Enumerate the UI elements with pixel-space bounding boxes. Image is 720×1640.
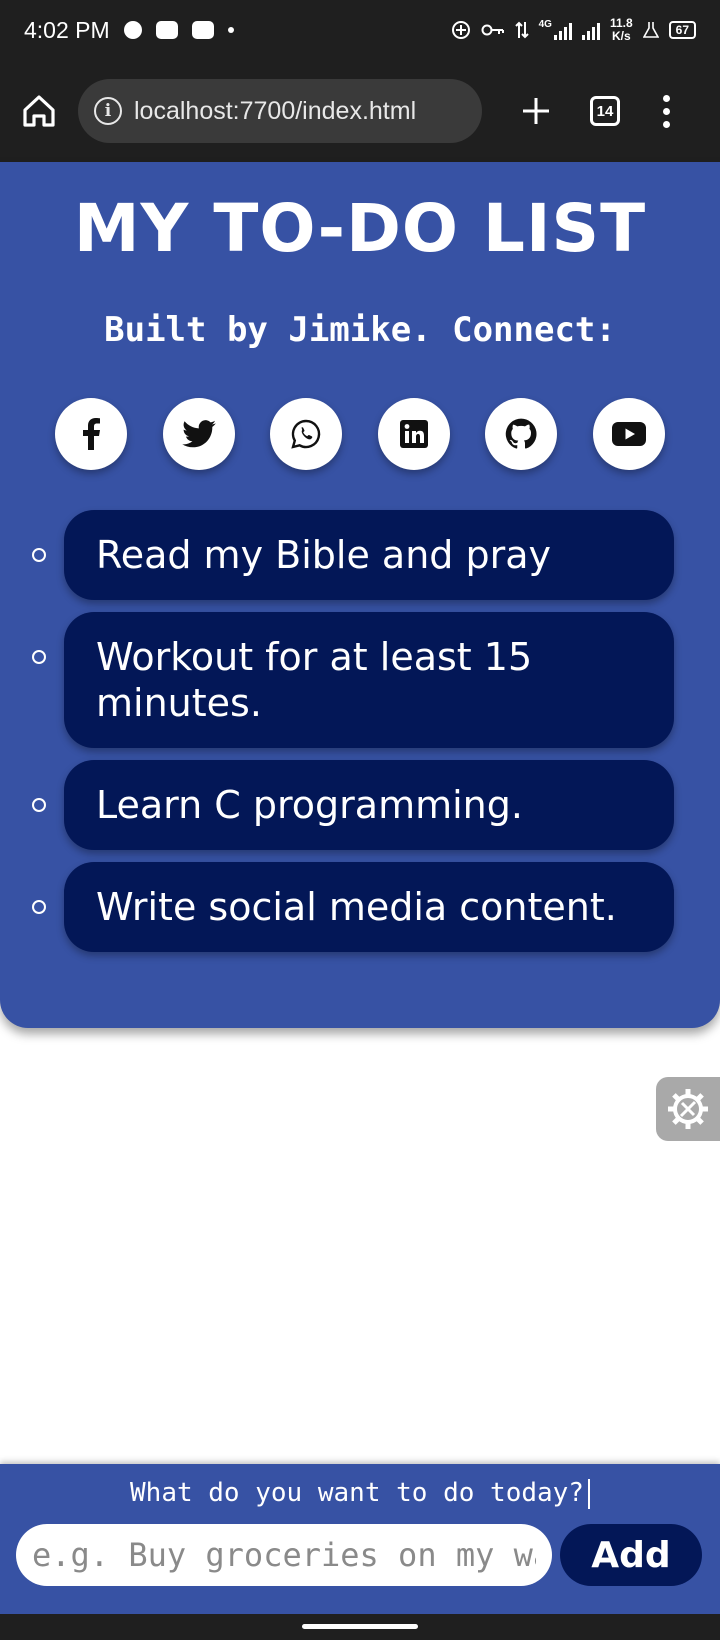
social-links [55, 398, 665, 470]
signal-icon-2 [581, 20, 600, 40]
bullet-icon [32, 548, 46, 562]
github-icon [506, 418, 537, 449]
lab-flask-icon [642, 22, 659, 38]
facebook-link[interactable] [55, 398, 127, 470]
bullet-icon [32, 798, 46, 812]
facebook-icon [83, 418, 100, 450]
chat-notification-icon [123, 21, 142, 39]
home-indicator[interactable] [302, 1624, 418, 1629]
network-type: 4G [538, 18, 552, 30]
page-title: MY TO-DO LIST [73, 190, 647, 267]
gear-wrench-icon [668, 1089, 708, 1129]
network-speed: 11.8 K/s [610, 17, 633, 43]
status-bar: 4:02 PM 4G 11.8 K/s 67 [0, 0, 720, 60]
add-button[interactable]: Add [560, 1524, 702, 1586]
data-saver-icon [451, 21, 470, 39]
todo-item[interactable]: Workout for at least 15 minutes. [64, 612, 674, 748]
linkedin-link[interactable] [377, 398, 450, 470]
url-text: localhost:7700/index.html [134, 96, 417, 125]
text-caret [587, 1478, 590, 1509]
new-tab-button[interactable] [512, 87, 560, 135]
more-vert-icon[interactable] [660, 91, 672, 131]
twitter-link[interactable] [162, 398, 235, 470]
browser-toolbar: i localhost:7700/index.html 14 [0, 60, 720, 162]
add-task-panel: What do you want to do today? Add [0, 1464, 720, 1614]
game-notification-icon [155, 21, 178, 39]
status-time: 4:02 PM [24, 16, 110, 43]
github-link[interactable] [485, 398, 558, 470]
list-item: Write social media content. [0, 862, 720, 952]
list-item: Workout for at least 15 minutes. [0, 612, 720, 748]
info-icon[interactable]: i [94, 97, 122, 125]
tab-count: 14 [596, 102, 614, 120]
todo-item[interactable]: Write social media content. [64, 862, 674, 952]
youtube-link[interactable] [592, 398, 665, 470]
data-transfer-icon [514, 21, 529, 39]
page-subtitle: Built by Jimike. Connect: [104, 310, 616, 350]
gesture-nav-bar [0, 1614, 720, 1640]
vpn-key-icon [481, 24, 504, 36]
linkedin-icon [399, 420, 428, 448]
list-item: Read my Bible and pray [0, 510, 720, 600]
home-button[interactable] [20, 92, 58, 130]
list-item: Learn C programming. [0, 760, 720, 850]
battery-indicator: 67 [668, 21, 696, 39]
prompt-text: What do you want to do today? [130, 1478, 584, 1508]
address-bar[interactable]: i localhost:7700/index.html [78, 79, 482, 143]
signal-icon [553, 20, 572, 40]
twitter-icon [181, 420, 216, 448]
bullet-icon [32, 650, 46, 664]
input-prompt: What do you want to do today? [0, 1478, 720, 1509]
todo-item[interactable]: Learn C programming. [64, 760, 674, 850]
app-notification-icon [191, 21, 214, 39]
task-input[interactable] [16, 1524, 552, 1586]
whatsapp-icon [291, 419, 321, 449]
todo-card: MY TO-DO LIST Built by Jimike. Connect: … [0, 162, 720, 1028]
more-notifications-icon [227, 27, 234, 33]
whatsapp-link[interactable] [270, 398, 343, 470]
plus-icon [523, 98, 549, 124]
todo-list: Read my Bible and pray Workout for at le… [0, 510, 720, 964]
home-icon [23, 95, 55, 127]
youtube-icon [611, 422, 646, 446]
tab-switcher-button[interactable]: 14 [590, 96, 620, 126]
bullet-icon [32, 900, 46, 914]
dev-tools-button[interactable] [656, 1077, 720, 1141]
speed-unit: K/s [611, 29, 631, 43]
todo-item[interactable]: Read my Bible and pray [64, 510, 674, 600]
